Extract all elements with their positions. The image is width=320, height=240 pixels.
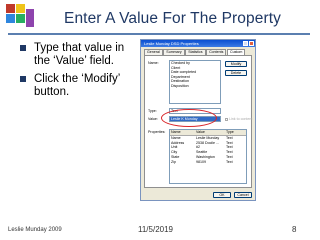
type-label: Type: — [148, 109, 157, 113]
bullet-text: Click the ‘Modify’ button. — [34, 73, 120, 98]
link-to-content-checkbox[interactable]: Link to content — [225, 117, 252, 121]
modify-button[interactable]: Modify — [225, 61, 247, 67]
table-cell: Text — [226, 159, 233, 164]
delete-button[interactable]: Delete — [225, 70, 247, 76]
dialog-title: Leslie Munday DSD Properties — [144, 41, 199, 46]
link-to-content-label: Link to content — [229, 117, 253, 121]
list-item[interactable]: Disposition — [170, 84, 220, 89]
checkbox-icon — [225, 117, 228, 121]
title-divider — [8, 33, 310, 35]
column-header[interactable]: Name — [170, 130, 196, 135]
bullet-text: Type that value in the ‘Value’ field. — [34, 42, 125, 67]
table-cell: Zip — [171, 159, 176, 164]
table-cell: 98109 — [196, 159, 206, 164]
value-label: Value: — [148, 117, 158, 121]
bullet-square-icon — [20, 76, 26, 82]
ok-button[interactable]: OK — [213, 192, 231, 198]
column-header[interactable]: Value — [196, 130, 226, 135]
dialog-title-bar: Leslie Munday DSD Properties — [141, 40, 255, 47]
close-icon[interactable] — [249, 41, 254, 46]
bullet-list: Type that value in the ‘Value’ field. Cl… — [18, 42, 142, 104]
slide-title: Enter A Value For The Property — [64, 10, 281, 27]
name-list[interactable]: Checked by Client Date completed Departm… — [169, 60, 221, 104]
bullet-square-icon — [20, 45, 26, 51]
footer-date: 11/5/2019 — [138, 225, 173, 234]
properties-label: Properties: — [148, 130, 166, 134]
presenter-logo-icon — [6, 4, 36, 32]
column-header[interactable]: Type — [226, 130, 246, 135]
highlight-ring — [161, 109, 217, 127]
help-icon[interactable] — [243, 41, 248, 46]
cancel-button[interactable]: Cancel — [234, 192, 252, 198]
name-label: Name: — [148, 61, 159, 65]
bullet-item: Click the ‘Modify’ button. — [18, 73, 142, 99]
footer-author: Leslie Munday 2009 — [8, 227, 62, 233]
bullet-item: Type that value in the ‘Value’ field. — [18, 42, 142, 68]
page-number: 8 — [292, 225, 297, 234]
properties-table[interactable]: Name Value Type Name Leslie Munday Text … — [169, 129, 247, 184]
table-row[interactable]: Zip 98109 Text — [170, 160, 246, 165]
